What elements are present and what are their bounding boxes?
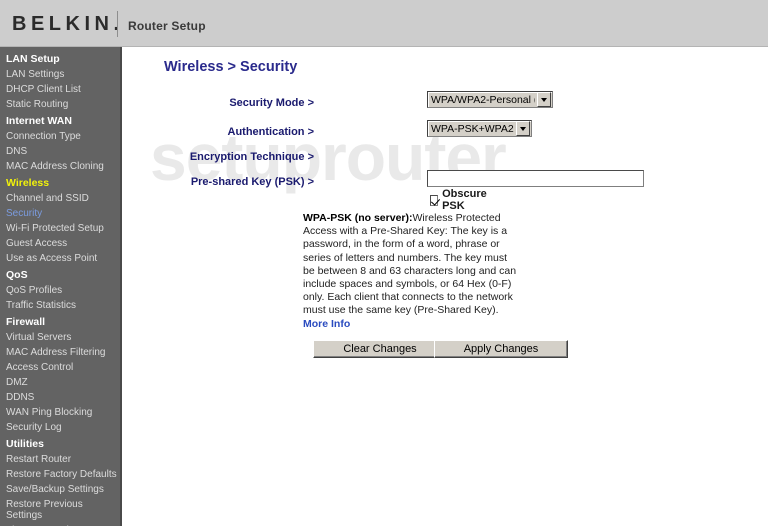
sidebar-group-wireless: Wireless — [6, 177, 50, 189]
security-mode-value: WPA/WPA2-Personal (PSK) — [431, 93, 535, 106]
help-text: WPA-PSK (no server):Wireless Protected A… — [303, 212, 519, 331]
sidebar-group-internet-wan: Internet WAN — [6, 115, 72, 127]
sidebar-item-wan-ping-blocking[interactable]: WAN Ping Blocking — [0, 405, 120, 420]
sidebar-item-use-as-access-point[interactable]: Use as Access Point — [0, 251, 120, 266]
security-mode-select[interactable]: WPA/WPA2-Personal (PSK) — [427, 91, 553, 108]
more-info-link[interactable]: More Info — [303, 318, 350, 330]
belkin-logo: BELKIN. — [12, 13, 119, 36]
sidebar-item-wi-fi-protected-setup[interactable]: Wi-Fi Protected Setup — [0, 221, 120, 236]
apply-changes-button[interactable]: Apply Changes — [434, 340, 568, 358]
sidebar-item-ddns[interactable]: DDNS — [0, 390, 120, 405]
help-title: WPA-PSK (no server): — [303, 212, 413, 224]
belkin-logo-text: BELKIN — [12, 13, 114, 35]
sidebar-item-virtual-servers[interactable]: Virtual Servers — [0, 330, 120, 345]
sidebar-item-mac-address-cloning[interactable]: MAC Address Cloning — [0, 159, 120, 174]
header-divider — [117, 11, 118, 37]
header-title: Router Setup — [128, 19, 206, 33]
sidebar-item-save-backup-settings[interactable]: Save/Backup Settings — [0, 482, 120, 497]
authentication-label: Authentication > — [227, 126, 314, 138]
sidebar-group-firewall: Firewall — [6, 316, 46, 328]
sidebar-item-mac-address-filtering[interactable]: MAC Address Filtering — [0, 345, 120, 360]
psk-input[interactable] — [427, 170, 644, 187]
sidebar-item-restart-router[interactable]: Restart Router — [0, 452, 120, 467]
sidebar-item-lan-settings[interactable]: LAN Settings — [0, 67, 120, 82]
authentication-value: WPA-PSK+WPA2-PSK — [431, 122, 514, 135]
sidebar-item-connection-type[interactable]: Connection Type — [0, 129, 120, 144]
sidebar-item-qos-profiles[interactable]: QoS Profiles — [0, 283, 120, 298]
sidebar-item-channel-and-ssid[interactable]: Channel and SSID — [0, 191, 120, 206]
sidebar-item-restore-factory-defaults[interactable]: Restore Factory Defaults — [0, 467, 120, 482]
page-title: Wireless > Security — [164, 59, 298, 75]
sidebar-item-access-control[interactable]: Access Control — [0, 360, 120, 375]
sidebar-item-dmz[interactable]: DMZ — [0, 375, 120, 390]
obscure-psk-row[interactable]: Obscure PSK — [430, 188, 490, 212]
main-content: setuprouter Wireless > Security Security… — [124, 47, 768, 526]
encryption-technique-label: Encryption Technique > — [189, 151, 314, 163]
chevron-down-icon — [516, 121, 530, 136]
sidebar-navigation[interactable]: LAN Setup LAN Settings DHCP Client List Sta… — [0, 47, 122, 526]
help-body: Wireless Protected Access with a Pre-Sha… — [303, 212, 517, 317]
sidebar-item-traffic-statistics[interactable]: Traffic Statistics — [0, 298, 120, 313]
sidebar-group-utilities: Utilities — [6, 438, 44, 450]
sidebar-item-dhcp-client-list[interactable]: DHCP Client List — [0, 82, 120, 97]
authentication-select[interactable]: WPA-PSK+WPA2-PSK — [427, 120, 532, 137]
obscure-psk-checkbox[interactable] — [430, 194, 439, 206]
sidebar-item-restore-previous-settings[interactable]: Restore Previous Settings — [0, 497, 120, 523]
security-mode-label: Security Mode > — [229, 97, 314, 109]
sidebar-item-dns[interactable]: DNS — [0, 144, 120, 159]
obscure-psk-label: Obscure PSK — [442, 188, 487, 212]
clear-changes-button[interactable]: Clear Changes — [313, 340, 447, 358]
sidebar-item-static-routing[interactable]: Static Routing — [0, 97, 120, 112]
psk-label: Pre-shared Key (PSK) > — [190, 176, 314, 188]
router-setup-page: BELKIN. Router Setup LAN Setup LAN Settin… — [0, 0, 768, 526]
sidebar-item-security[interactable]: Security — [0, 206, 120, 221]
chevron-down-icon — [537, 92, 551, 107]
sidebar-item-security-log[interactable]: Security Log — [0, 420, 120, 435]
sidebar-item-guest-access[interactable]: Guest Access — [0, 236, 120, 251]
page-header: BELKIN. Router Setup — [0, 0, 768, 47]
sidebar-group-qos: QoS — [6, 269, 28, 281]
sidebar-group-lan-setup: LAN Setup — [6, 53, 60, 65]
